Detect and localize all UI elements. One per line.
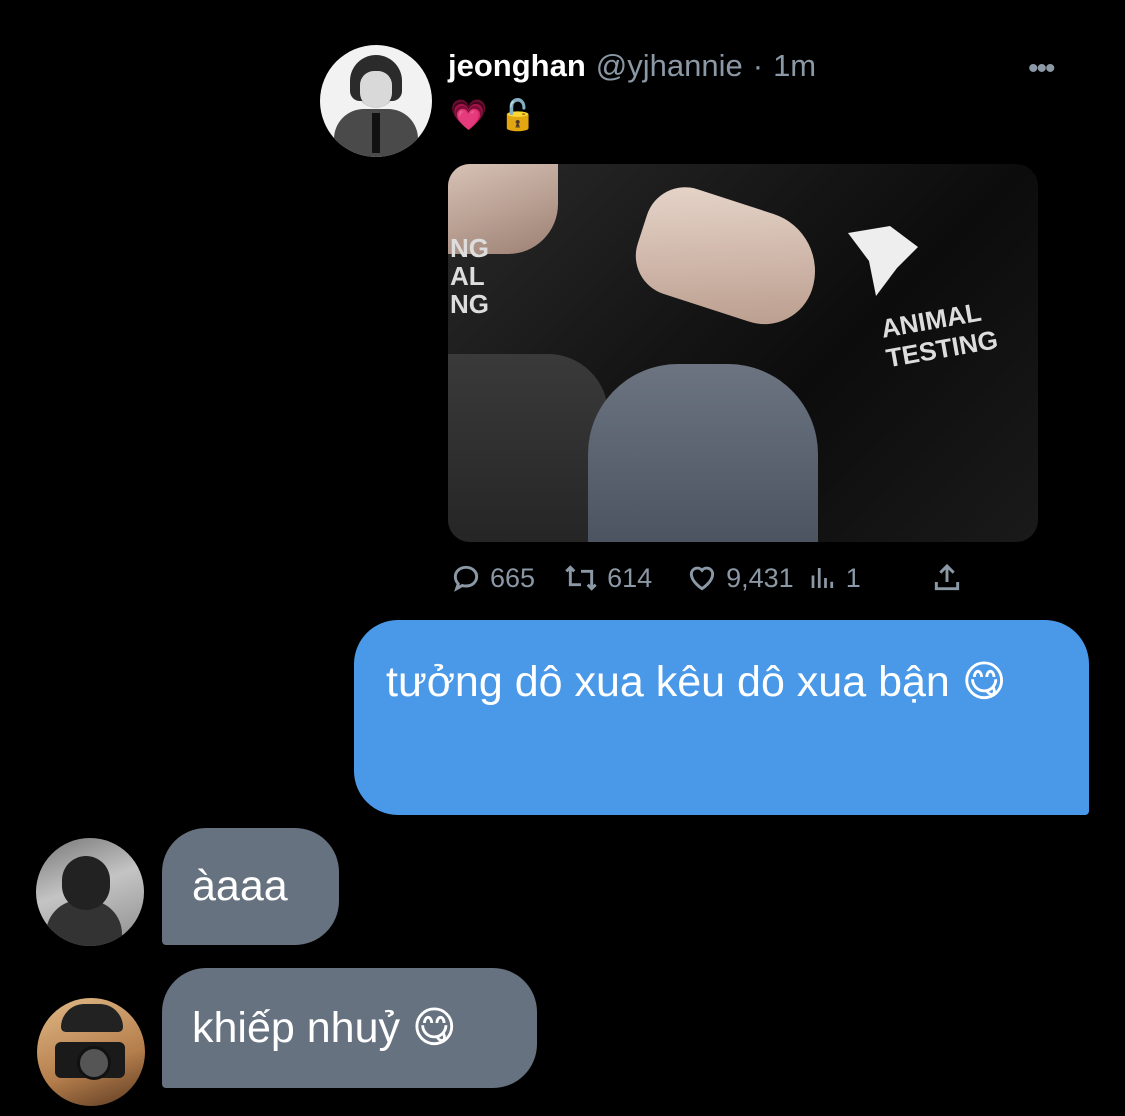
photo-shirt-text: ANIMAL TESTING — [878, 296, 1001, 374]
photo-bag-text: NG AL NG — [450, 233, 489, 319]
avatar-tie-shape — [372, 113, 380, 153]
tweet-header: jeonghan @yjhannie · 1m — [448, 48, 816, 84]
avatar-head-shape — [62, 856, 110, 910]
tweet-author-name[interactable]: jeonghan — [448, 48, 586, 84]
received-message-text: àaaa — [192, 862, 288, 910]
retweet-button[interactable]: 614 — [563, 562, 652, 594]
tweet-text: 💗 🔓 — [450, 98, 537, 133]
like-count: 9,431 — [726, 562, 794, 593]
reply-button[interactable]: 665 — [450, 562, 535, 594]
received-message-text: khiếp nhuỷ 😋 — [192, 1004, 457, 1052]
tweet-media-photo[interactable]: NG AL NG ANIMAL TESTING — [448, 164, 1038, 542]
views-count: 1 — [845, 562, 861, 593]
photo-clasped-hands-shape — [625, 176, 831, 338]
photo-leg-shape — [448, 354, 608, 542]
received-message-bubble[interactable]: àaaa — [162, 828, 339, 945]
sender-avatar[interactable] — [37, 998, 145, 1106]
photo-jeans-shape — [588, 364, 818, 542]
views-icon — [811, 568, 833, 588]
reply-icon — [453, 565, 479, 592]
tweet-timestamp[interactable]: 1m — [773, 48, 816, 84]
views-button[interactable]: 1 — [808, 562, 861, 594]
sent-message-bubble[interactable]: tưởng dô xua kêu dô xua bận 😋 — [354, 620, 1089, 815]
tweet-author-handle[interactable]: @yjhannie — [596, 48, 743, 84]
heart-emoji: 💗 — [450, 99, 488, 132]
reply-count: 665 — [490, 562, 536, 593]
share-button[interactable] — [931, 562, 963, 594]
avatar-cap-shape — [61, 1004, 123, 1032]
share-icon — [934, 563, 959, 591]
sent-message-text: tưởng dô xua kêu dô xua bận 😋 — [386, 658, 1007, 706]
photo-shirt-print-shape — [848, 226, 918, 296]
tweet-header-separator: · — [752, 48, 764, 83]
sender-avatar[interactable] — [36, 838, 144, 946]
received-message-bubble[interactable]: khiếp nhuỷ 😋 — [162, 968, 537, 1088]
avatar-face-shape — [360, 71, 392, 107]
lock-emoji: 🔓 — [499, 99, 537, 132]
tweet-author-avatar[interactable] — [320, 45, 432, 157]
like-button[interactable]: 9,431 — [686, 562, 794, 594]
like-icon — [689, 566, 715, 591]
more-icon[interactable]: ••• — [1028, 52, 1055, 86]
avatar-lens-shape — [77, 1046, 111, 1080]
shared-tweet-card[interactable]: jeonghan @yjhannie · 1m ••• 💗 🔓 NG AL NG… — [320, 40, 1060, 610]
tweet-action-bar: 665 614 9,431 1 — [450, 562, 963, 594]
retweet-count: 614 — [607, 562, 653, 593]
retweet-icon — [565, 565, 597, 591]
